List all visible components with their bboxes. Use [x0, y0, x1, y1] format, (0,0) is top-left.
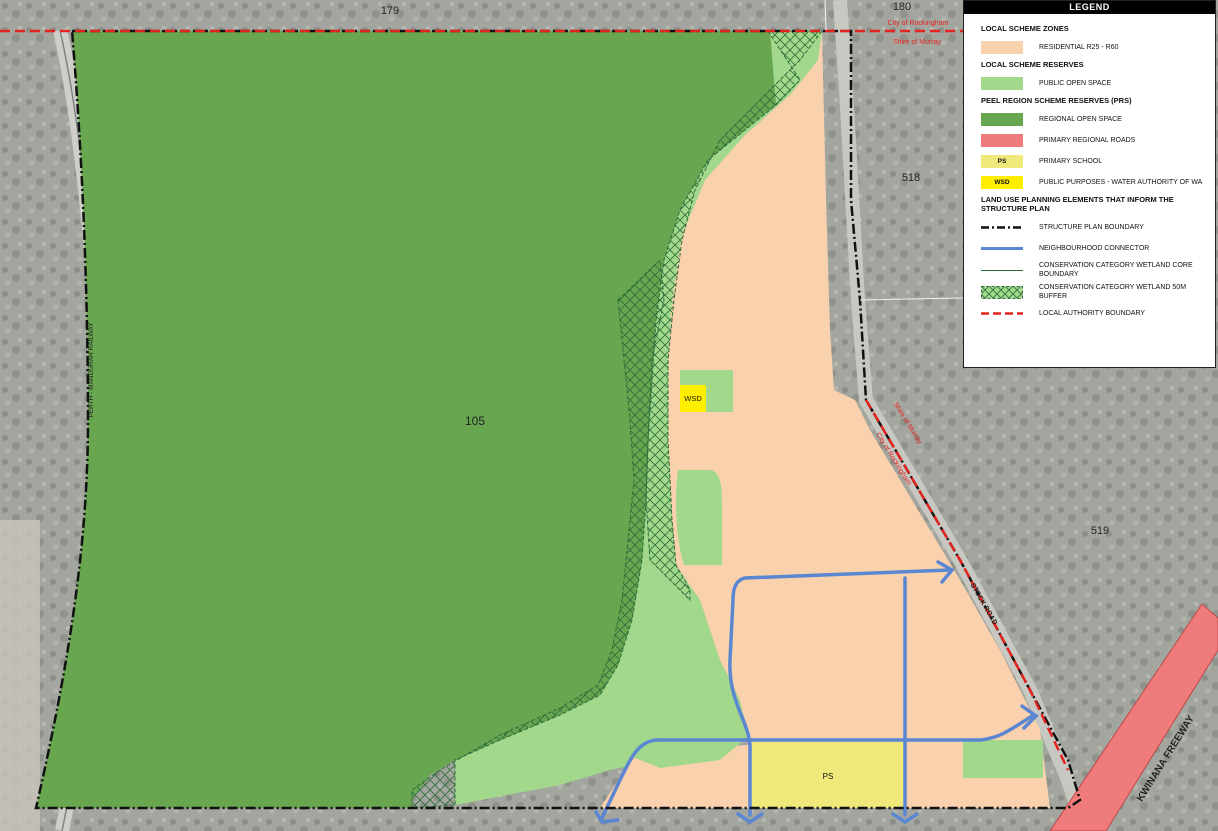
legend-item-wetland-buffer: CONSERVATION CATEGORY WETLAND 50m BUFFER: [981, 283, 1207, 301]
primary-school-swatch: PS: [981, 155, 1023, 168]
legend-section-local-scheme-reserves: LOCAL SCHEME RESERVES: [981, 60, 1084, 69]
legend-label: NEIGHBOURHOOD CONNECTOR: [1039, 245, 1150, 252]
legend-item-neighbourhood-connector: NEIGHBOURHOOD CONNECTOR: [981, 240, 1207, 257]
lot-180-label: 180: [893, 1, 911, 13]
neighbourhood-connector-swatch: [981, 242, 1023, 255]
legend-label: PRIMARY REGIONAL ROADS: [1039, 137, 1136, 144]
legend-item-public-open-space: PUBLIC OPEN SPACE: [981, 75, 1207, 92]
legend-title: LEGEND: [964, 1, 1215, 14]
shire-of-murray-top-label: Shire of Murray: [893, 39, 941, 46]
primary-regional-roads-swatch: [981, 134, 1023, 147]
legend-label: CONSERVATION CATEGORY WETLAND CORE BOUND…: [1039, 262, 1193, 278]
ps-label: PS: [823, 772, 834, 781]
legend-item-residential: RESIDENTIAL R25 - R60: [981, 39, 1207, 56]
railway-label: PERTH - MANDURAH RAILWAY: [88, 322, 95, 418]
legend-label: PUBLIC OPEN SPACE: [1039, 80, 1112, 87]
public-open-space-swatch: [981, 77, 1023, 90]
structure-plan-boundary-swatch: [981, 221, 1023, 234]
legend-item-structure-plan-boundary: STRUCTURE PLAN BOUNDARY: [981, 219, 1207, 236]
legend-label: REGIONAL OPEN SPACE: [1039, 116, 1122, 123]
pos-central-parcel: [676, 470, 722, 565]
legend-item-public-purposes: WSD PUBLIC PURPOSES - WATER AUTHORITY OF…: [981, 174, 1207, 191]
cleared-land: [0, 520, 40, 831]
legend-label: PRIMARY SCHOOL: [1039, 158, 1103, 165]
legend-item-wetland-core: CONSERVATION CATEGORY WETLAND CORE BOUND…: [981, 261, 1207, 279]
legend-item-regional-open-space: REGIONAL OPEN SPACE: [981, 111, 1207, 128]
regional-open-space-swatch: [981, 113, 1023, 126]
legend-section-peel-region: PEEL REGION SCHEME RESERVES (PRS): [981, 96, 1132, 105]
wetland-core-swatch: [981, 264, 1023, 277]
legend-label: LOCAL AUTHORITY BOUNDARY: [1039, 310, 1146, 317]
wsd-label: WSD: [684, 394, 702, 403]
legend-item-local-authority-boundary: LOCAL AUTHORITY BOUNDARY: [981, 305, 1207, 322]
lot-519-label: 519: [1091, 525, 1109, 537]
legend-panel: LEGEND LOCAL SCHEME ZONES RESIDENTIAL R2…: [963, 0, 1216, 368]
legend-item-primary-school: PS PRIMARY SCHOOL: [981, 153, 1207, 170]
legend-label: PUBLIC PURPOSES - WATER AUTHORITY OF WA: [1039, 179, 1203, 186]
city-of-rockingham-top-label: City of Rockingham: [888, 20, 949, 27]
legend-section-land-use: LAND USE PLANNING ELEMENTS THAT INFORM T…: [981, 195, 1174, 213]
lot-105-label: 105: [465, 414, 485, 428]
pos-east-parcel: [963, 740, 1043, 778]
residential-swatch: [981, 41, 1023, 54]
legend-section-local-scheme-zones: LOCAL SCHEME ZONES: [981, 24, 1069, 33]
legend-item-primary-regional-roads: PRIMARY REGIONAL ROADS: [981, 132, 1207, 149]
legend-label: RESIDENTIAL R25 - R60: [1039, 44, 1119, 51]
lot-518-label: 518: [902, 172, 920, 184]
local-authority-boundary-swatch: [981, 307, 1023, 320]
wetland-buffer-swatch: [981, 285, 1023, 299]
lot-179-label: 179: [381, 5, 399, 17]
legend-label: CONSERVATION CATEGORY WETLAND 50m BUFFER: [1039, 284, 1187, 300]
public-purposes-swatch: WSD: [981, 176, 1023, 189]
legend-label: STRUCTURE PLAN BOUNDARY: [1039, 224, 1144, 231]
